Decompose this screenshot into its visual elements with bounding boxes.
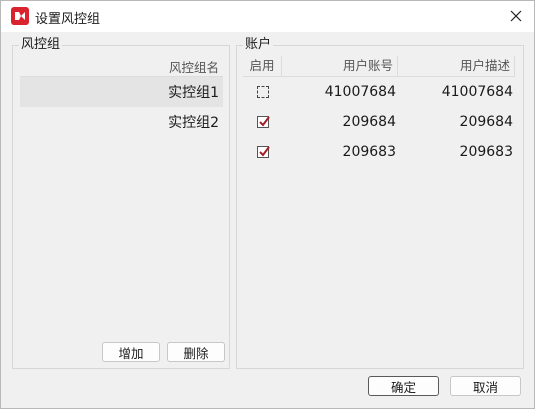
- close-icon: [510, 10, 522, 22]
- dialog-window: 设置风控组 风控组 风控组名 实控组1 实控组2 增加 删除 账户 启用 用户账…: [0, 0, 535, 409]
- table-row[interactable]: 209684 209684: [243, 107, 515, 137]
- account-cell: 41007684: [324, 84, 396, 100]
- account-table-header: 启用 用户账号 用户描述: [243, 56, 515, 77]
- desc-cell: 209684: [459, 114, 513, 130]
- account-panel: 账户 启用 用户账号 用户描述 41007684 41007684 209684…: [236, 37, 524, 369]
- table-row[interactable]: 209683 209683: [243, 137, 515, 167]
- add-group-button[interactable]: 增加: [102, 342, 160, 362]
- checkmark-icon: [258, 116, 270, 127]
- risk-group-panel: 风控组 风控组名 实控组1 实控组2 增加 删除: [12, 37, 230, 369]
- window-title: 设置风控组: [35, 12, 101, 27]
- account-table: 启用 用户账号 用户描述 41007684 41007684 209684 20…: [243, 56, 515, 167]
- checkmark-icon: [258, 146, 270, 157]
- risk-group-label: 风控组: [19, 37, 63, 53]
- enabled-checkbox[interactable]: [256, 116, 270, 128]
- desc-cell: 209683: [459, 144, 513, 160]
- enabled-checkbox[interactable]: [256, 146, 270, 158]
- table-row[interactable]: 41007684 41007684: [243, 77, 515, 107]
- risk-group-table: 风控组名 实控组1 实控组2: [20, 56, 223, 336]
- desc-cell: 41007684: [441, 84, 513, 100]
- enabled-checkbox[interactable]: [256, 86, 269, 98]
- enabled-column-header[interactable]: 启用: [243, 56, 282, 76]
- risk-group-name-header[interactable]: 风控组名: [20, 56, 223, 77]
- account-label: 账户: [243, 37, 274, 53]
- ok-button[interactable]: 确定: [368, 376, 439, 396]
- risk-group-row[interactable]: 实控组2: [20, 107, 223, 137]
- desc-column-header[interactable]: 用户描述: [398, 56, 515, 76]
- account-cell: 209684: [342, 114, 396, 130]
- risk-group-row[interactable]: 实控组1: [20, 77, 223, 107]
- delete-group-button[interactable]: 删除: [167, 342, 225, 362]
- account-cell: 209683: [342, 144, 396, 160]
- close-button[interactable]: [504, 5, 528, 27]
- title-bar[interactable]: 设置风控组: [1, 1, 534, 32]
- app-logo-icon: [11, 7, 29, 25]
- account-column-header[interactable]: 用户账号: [282, 56, 398, 76]
- cancel-button[interactable]: 取消: [450, 376, 521, 396]
